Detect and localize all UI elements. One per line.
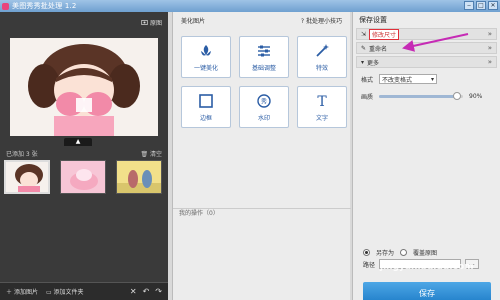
save-button-label: 保存 bbox=[419, 288, 435, 298]
maximize-button[interactable]: □ bbox=[476, 1, 486, 10]
image-list-panel: 原图 ▲ 已添加 3 张 🗑 清空 ＋ 添加图片 ▭ 添加文件夹 ✕ ↶ ↷ bbox=[0, 12, 168, 300]
left-footer-toolbar: ＋ 添加图片 ▭ 添加文件夹 ✕ ↶ ↷ bbox=[0, 282, 168, 300]
beautify-title: 美化图片 bbox=[181, 17, 206, 25]
frame-icon bbox=[199, 93, 213, 108]
quality-slider[interactable] bbox=[379, 92, 464, 100]
beautify-header: 美化图片 ? 批处理小技巧 bbox=[173, 12, 350, 28]
tool-label: 基础调整 bbox=[251, 64, 276, 72]
quality-slider-knob[interactable] bbox=[452, 92, 461, 100]
add-folder-label: 添加文件夹 bbox=[53, 289, 84, 296]
original-label: 原图 bbox=[149, 20, 162, 27]
folder-icon: ▭ bbox=[45, 289, 52, 296]
plus-icon: ＋ bbox=[6, 289, 13, 296]
chevron-right-icon: » bbox=[487, 30, 492, 38]
save-as-radio[interactable] bbox=[363, 249, 370, 256]
rotate-left-icon[interactable]: ↶ bbox=[143, 287, 150, 296]
added-count: 已添加 3 张 bbox=[6, 150, 38, 158]
svg-text:秀: 秀 bbox=[261, 97, 267, 105]
save-settings-panel: 保存设置 ⇲ 修改尺寸 » ✎ 重命名 » ▾ 更多 » 格式 不改变格式 ▾ … bbox=[352, 12, 500, 300]
format-label: 格式 bbox=[361, 76, 374, 84]
more-label: 更多 bbox=[367, 59, 380, 67]
save-as-label: 另存为 bbox=[376, 250, 395, 257]
tool-label: 一键美化 bbox=[193, 64, 218, 72]
clear-label: 清空 bbox=[149, 150, 162, 158]
rename-section[interactable]: ✎ 重命名 » bbox=[356, 42, 497, 54]
overwrite-label: 覆盖原图 bbox=[413, 250, 438, 257]
chevron-down-icon: » bbox=[487, 58, 492, 66]
thumbnail-yellow-image bbox=[117, 161, 161, 193]
window-title: 美图秀秀批处理 1.2 bbox=[12, 2, 77, 10]
thumbnail-strip bbox=[4, 160, 164, 200]
footer-icon-group: ✕ ↶ ↷ bbox=[130, 287, 162, 296]
dropdown-arrow-icon: ▾ bbox=[431, 75, 435, 83]
original-image-icon bbox=[141, 20, 148, 25]
magic-wand-icon bbox=[316, 43, 329, 57]
add-folder-button[interactable]: ▭ 添加文件夹 bbox=[46, 287, 84, 296]
title-bar: 美图秀秀批处理 1.2 ‒ □ ✕ bbox=[0, 0, 500, 12]
save-mode-options: 另存为 覆盖原图 bbox=[363, 248, 437, 257]
tool-label: 特效 bbox=[315, 64, 328, 72]
expand-icon: ▾ bbox=[361, 58, 365, 66]
text-button[interactable]: T 文字 bbox=[297, 86, 347, 128]
rename-label: 重命名 bbox=[369, 45, 388, 53]
save-button[interactable]: 保存 bbox=[363, 282, 491, 300]
help-icon: ? bbox=[300, 17, 305, 25]
beautify-panel: 美化图片 ? 批处理小技巧 一键美化 基础调整 特效 边框 秀 水印 T 文字 bbox=[172, 12, 351, 300]
thumbnail-pink-image bbox=[61, 161, 105, 193]
quality-slider-fill bbox=[379, 95, 455, 98]
close-button[interactable]: ✕ bbox=[488, 1, 498, 10]
add-image-label: 添加图片 bbox=[13, 289, 38, 296]
window-controls: ‒ □ ✕ bbox=[464, 1, 498, 10]
preview-illustration bbox=[10, 38, 158, 136]
sliders-icon bbox=[258, 45, 270, 56]
format-select[interactable]: 不改变格式 ▾ bbox=[379, 74, 438, 84]
sparkle-icon bbox=[201, 44, 211, 56]
effects-button[interactable]: 特效 bbox=[297, 36, 347, 78]
tips-label: 批处理小技巧 bbox=[305, 17, 342, 25]
format-value: 不改变格式 bbox=[382, 76, 413, 84]
original-image-toggle[interactable]: 原图 bbox=[141, 18, 162, 27]
quality-row: 画质 90% bbox=[353, 88, 500, 105]
resize-label: 修改尺寸 bbox=[369, 28, 400, 40]
resize-section[interactable]: ⇲ 修改尺寸 » bbox=[356, 28, 497, 40]
basic-adjust-button[interactable]: 基础调整 bbox=[239, 36, 289, 78]
tool-label: 文字 bbox=[315, 114, 328, 122]
add-image-button[interactable]: ＋ 添加图片 bbox=[6, 287, 38, 296]
app-logo-icon bbox=[2, 2, 9, 10]
rename-icon: ✎ bbox=[361, 44, 367, 52]
more-section[interactable]: ▾ 更多 » bbox=[356, 56, 497, 68]
thumbnail-1[interactable] bbox=[4, 160, 50, 194]
added-bar: 已添加 3 张 🗑 清空 bbox=[4, 148, 164, 158]
path-label: 路径 bbox=[363, 261, 376, 269]
delete-icon[interactable]: ✕ bbox=[130, 287, 137, 296]
tool-label: 水印 bbox=[257, 114, 270, 122]
tool-label: 边框 bbox=[199, 114, 212, 122]
trash-icon: 🗑 bbox=[140, 150, 149, 158]
chevron-right-icon: » bbox=[487, 44, 492, 52]
watermark-button[interactable]: 秀 水印 bbox=[239, 86, 289, 128]
format-row: 格式 不改变格式 ▾ bbox=[353, 70, 500, 88]
text-icon: T bbox=[317, 94, 327, 109]
quality-label: 画质 bbox=[361, 94, 374, 101]
resize-icon: ⇲ bbox=[361, 30, 367, 38]
rotate-right-icon[interactable]: ↷ bbox=[155, 287, 162, 296]
save-settings-title: 保存设置 bbox=[359, 16, 387, 24]
history-label: 我的操作（0） bbox=[173, 208, 351, 218]
tips-link[interactable]: ? 批处理小技巧 bbox=[301, 16, 342, 25]
one-click-beautify-button[interactable]: 一键美化 bbox=[181, 36, 231, 78]
quality-value: 90% bbox=[469, 93, 483, 100]
minimize-button[interactable]: ‒ bbox=[464, 1, 474, 10]
collapse-preview-button[interactable]: ▲ bbox=[64, 138, 92, 146]
thumbnail-2[interactable] bbox=[60, 160, 106, 194]
thumbnail-3[interactable] bbox=[116, 160, 162, 194]
clear-button[interactable]: 🗑 清空 bbox=[140, 149, 162, 158]
tool-grid: 一键美化 基础调整 特效 边框 秀 水印 T 文字 bbox=[181, 36, 347, 128]
overwrite-radio[interactable] bbox=[400, 249, 408, 256]
image-preview bbox=[10, 38, 158, 136]
svg-text:T: T bbox=[317, 94, 327, 109]
frame-button[interactable]: 边框 bbox=[181, 86, 231, 128]
watermark-text: jingyan.baidu.com bbox=[380, 262, 474, 272]
watermark-icon: 秀 bbox=[257, 93, 271, 108]
thumbnail-girl-image bbox=[6, 162, 48, 192]
